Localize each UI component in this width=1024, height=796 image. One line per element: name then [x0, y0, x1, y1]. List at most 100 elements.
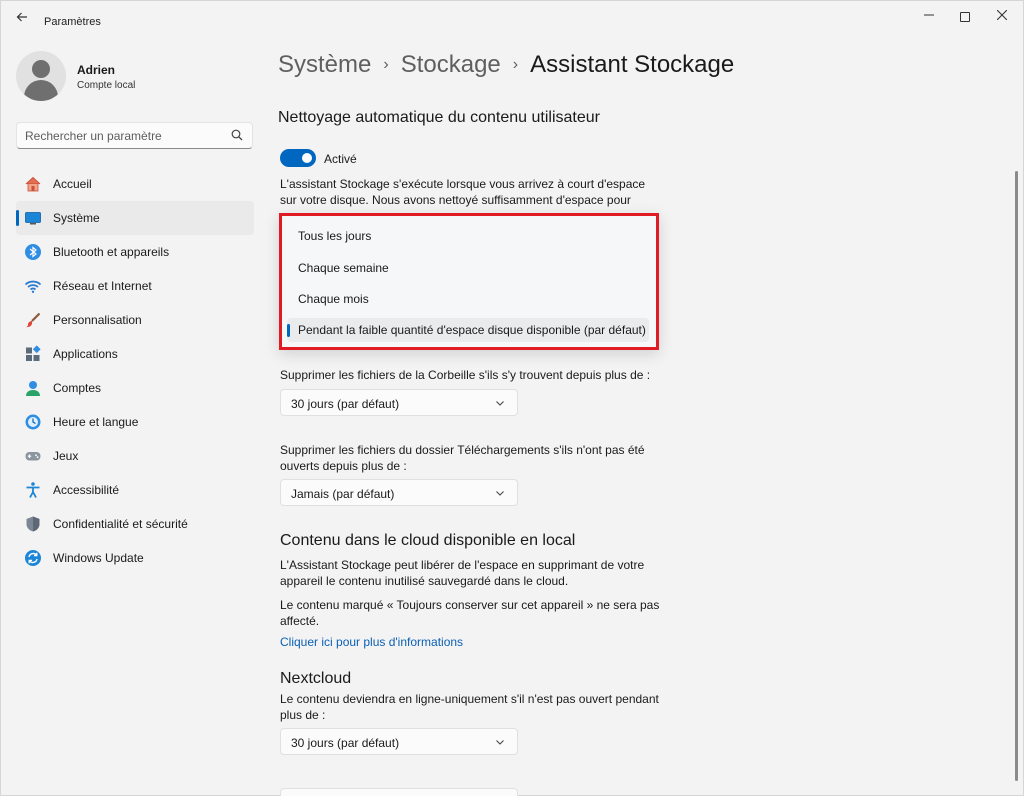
back-button[interactable]: [11, 9, 33, 27]
system-icon: [25, 212, 41, 225]
section-title-cloud: Contenu dans le cloud disponible en loca…: [280, 532, 576, 549]
search-icon[interactable]: [231, 129, 243, 141]
dropdown-option-low-space[interactable]: Pendant la faible quantité d'espace disq…: [287, 318, 649, 342]
section-title-nextcloud: Nextcloud: [280, 670, 352, 687]
sidebar-item-label: Comptes: [53, 381, 102, 395]
option-label: Pendant la faible quantité d'espace disq…: [298, 323, 646, 337]
sidebar-item-accessibilite[interactable]: Accessibilité: [16, 473, 254, 507]
dropdown-option-daily[interactable]: Tous les jours: [287, 224, 649, 248]
option-label: Chaque semaine: [298, 261, 389, 275]
breadcrumb-separator-icon: ›: [383, 56, 389, 73]
option-label: Chaque mois: [298, 292, 369, 306]
dropdown-option-weekly[interactable]: Chaque semaine: [287, 256, 649, 280]
sidebar-nav: Accueil Système Bluetooth et appareils R…: [16, 167, 254, 575]
maximize-icon: [960, 11, 970, 22]
arrow-left-icon: [16, 12, 27, 22]
section-title-nettoyage: Nettoyage automatique du contenu utilisa…: [278, 109, 600, 126]
recycle-bin-label: Supprimer les fichiers de la Corbeille s…: [280, 368, 651, 382]
close-button[interactable]: [984, 5, 1020, 27]
sidebar-item-label: Windows Update: [53, 551, 144, 565]
sidebar-item-comptes[interactable]: Comptes: [16, 371, 254, 405]
chevron-down-icon: [496, 401, 504, 406]
user-name: Adrien: [77, 63, 116, 77]
cloud-text1-line2: appareil le contenu inutilisé sauvegardé…: [280, 574, 569, 588]
breadcrumb-systeme[interactable]: Système: [278, 51, 371, 78]
downloads-dropdown[interactable]: Jamais (par défaut): [280, 479, 518, 506]
toggle-knob: [302, 153, 312, 163]
sidebar-item-label: Bluetooth et appareils: [53, 245, 170, 259]
search-box[interactable]: [16, 122, 253, 149]
title-bar: Paramètres: [1, 1, 1023, 33]
sidebar-item-personnalisation[interactable]: Personnalisation: [16, 303, 254, 337]
avatar-body-shape: [24, 80, 58, 101]
avatar-head-shape: [32, 60, 50, 78]
nextcloud-label-line2: plus de :: [280, 708, 326, 722]
dropdown-option-monthly[interactable]: Chaque mois: [287, 287, 649, 311]
recycle-bin-dropdown[interactable]: 30 jours (par défaut): [280, 389, 518, 416]
sidebar-item-label: Réseau et Internet: [53, 279, 152, 293]
sidebar-item-confidentialite[interactable]: Confidentialité et sécurité: [16, 507, 254, 541]
bluetooth-icon: [25, 244, 41, 260]
dropdown-value: 30 jours (par défaut): [291, 397, 400, 411]
sidebar-item-label: Applications: [53, 347, 118, 361]
brush-icon: [26, 312, 41, 328]
sidebar-item-accueil[interactable]: Accueil: [16, 167, 254, 201]
shield-icon: [26, 516, 40, 532]
sidebar-item-label: Accueil: [53, 177, 92, 191]
sidebar-item-label: Personnalisation: [53, 313, 142, 327]
selected-indicator: [16, 210, 19, 226]
settings-window: Paramètres Adrien Compte local Accueil S…: [0, 0, 1024, 796]
downloads-label-line1: Supprimer les fichiers du dossier Téléch…: [280, 443, 645, 457]
sidebar-item-label: Système: [53, 211, 100, 225]
selected-indicator: [287, 324, 290, 337]
cloud-text2-line1: Le contenu marqué « Toujours conserver s…: [280, 598, 660, 612]
search-input[interactable]: [25, 128, 225, 144]
chevron-down-icon: [496, 740, 504, 745]
scrollbar[interactable]: [1015, 171, 1018, 781]
cloud-text2-line2: affecté.: [280, 614, 320, 628]
next-dropdown-partial[interactable]: [280, 788, 518, 796]
cloud-text1-line1: L'Assistant Stockage peut libérer de l'e…: [280, 558, 645, 572]
time-language-icon: [25, 414, 41, 430]
breadcrumb: Système › Stockage › Assistant Stockage: [278, 51, 734, 79]
run-frequency-dropdown-list: Tous les jours Chaque semaine Chaque moi…: [279, 213, 659, 350]
sidebar-item-label: Confidentialité et sécurité: [53, 517, 188, 531]
update-icon: [25, 550, 41, 566]
nextcloud-label-line1: Le contenu deviendra en ligne-uniquement…: [280, 692, 659, 706]
sidebar-item-systeme[interactable]: Système: [16, 201, 254, 235]
close-icon: [996, 9, 1008, 21]
gamepad-icon: [25, 452, 41, 461]
network-icon: [24, 280, 42, 293]
toggle-state-label: Activé: [324, 152, 357, 166]
apps-icon: [26, 345, 41, 361]
dropdown-value: 30 jours (par défaut): [291, 736, 400, 750]
sidebar-item-heure-langue[interactable]: Heure et langue: [16, 405, 254, 439]
minimize-icon: [924, 14, 934, 16]
sidebar-item-applications[interactable]: Applications: [16, 337, 254, 371]
chevron-down-icon: [496, 491, 504, 496]
breadcrumb-stockage[interactable]: Stockage: [401, 51, 501, 78]
sidebar-item-label: Heure et langue: [53, 415, 139, 429]
accessibility-icon: [26, 482, 40, 498]
sidebar-item-reseau[interactable]: Réseau et Internet: [16, 269, 254, 303]
option-label: Tous les jours: [298, 229, 372, 243]
sidebar-item-label: Accessibilité: [53, 483, 120, 497]
avatar[interactable]: [16, 51, 66, 101]
sidebar-item-bluetooth[interactable]: Bluetooth et appareils: [16, 235, 254, 269]
maximize-button[interactable]: [947, 5, 983, 27]
cleanup-description: L'assistant Stockage s'exécute lorsque v…: [280, 177, 646, 207]
cleanup-toggle[interactable]: [280, 149, 316, 167]
sidebar-item-label: Jeux: [53, 449, 79, 463]
dropdown-value: Jamais (par défaut): [291, 487, 395, 501]
nextcloud-dropdown[interactable]: 30 jours (par défaut): [280, 728, 518, 755]
breadcrumb-separator-icon: ›: [512, 56, 519, 73]
sidebar-item-windows-update[interactable]: Windows Update: [16, 541, 254, 575]
account-type: Compte local: [77, 80, 136, 91]
minimize-button[interactable]: [911, 5, 947, 27]
downloads-label-line2: ouverts depuis plus de :: [280, 459, 407, 473]
sidebar-item-jeux[interactable]: Jeux: [16, 439, 254, 473]
page-title: Assistant Stockage: [530, 51, 735, 78]
app-title: Paramètres: [44, 16, 101, 28]
more-info-link[interactable]: Cliquer ici pour plus d'informations: [280, 635, 463, 649]
home-icon: [25, 176, 41, 192]
